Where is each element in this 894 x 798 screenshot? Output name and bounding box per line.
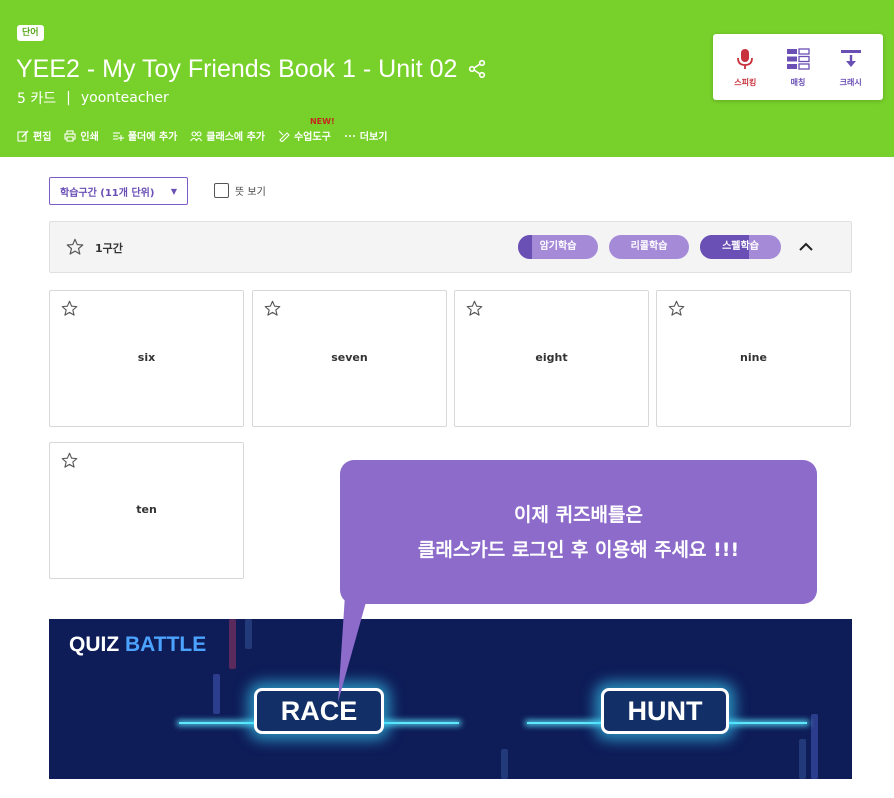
author-link[interactable]: yoonteacher bbox=[81, 90, 169, 106]
memorize-study-label: 암기학습 bbox=[539, 241, 577, 252]
card-word: six bbox=[137, 351, 156, 364]
set-header: 단어 YEE2 - My Toy Friends Book 1 - Unit 0… bbox=[0, 0, 894, 157]
spell-study-label: 스펠학습 bbox=[722, 241, 759, 252]
new-tag: NEW! bbox=[309, 117, 335, 126]
class-add-icon bbox=[190, 130, 203, 141]
game-mode-panel: 스피킹 매칭 크래시 bbox=[713, 34, 883, 100]
share-icon[interactable] bbox=[467, 59, 487, 79]
title-row: YEE2 - My Toy Friends Book 1 - Unit 02 bbox=[16, 54, 487, 84]
set-title: YEE2 - My Toy Friends Book 1 - Unit 02 bbox=[16, 55, 458, 83]
quiz-battle-logo: QUIZ BATTLE bbox=[69, 633, 206, 657]
tooltip-line-1: 이제 퀴즈배틀은 bbox=[514, 504, 643, 526]
quiz-battle-logo-part2: BATTLE bbox=[125, 633, 207, 656]
decor-pillar bbox=[501, 749, 508, 779]
section-label: 1구간 bbox=[95, 242, 123, 255]
star-icon[interactable] bbox=[668, 300, 685, 317]
more-label: 더보기 bbox=[359, 132, 388, 143]
star-icon[interactable] bbox=[466, 300, 483, 317]
edit-label: 편집 bbox=[33, 132, 52, 143]
tool-icon bbox=[278, 130, 290, 142]
add-to-class-button[interactable]: 클래스에 추가 bbox=[190, 128, 265, 143]
set-meta: 5 카드 | yoonteacher bbox=[17, 88, 169, 108]
hunt-button[interactable]: HUNT bbox=[601, 688, 729, 734]
show-meaning-label: 뜻 보기 bbox=[235, 187, 266, 198]
card-word: eight bbox=[535, 351, 568, 364]
card-word: nine bbox=[740, 351, 767, 364]
section-header: 1구간 암기학습 리콜학습 스펠학습 bbox=[49, 221, 852, 273]
spell-study-button[interactable]: 스펠학습 bbox=[700, 235, 781, 259]
type-badge: 단어 bbox=[17, 25, 44, 41]
word-card[interactable]: eight bbox=[454, 290, 649, 427]
class-tools-label: 수업도구 bbox=[293, 132, 331, 143]
print-label: 인쇄 bbox=[80, 132, 99, 143]
race-button[interactable]: RACE bbox=[254, 688, 384, 734]
card-word: ten bbox=[136, 503, 157, 516]
matching-label: 매칭 bbox=[790, 77, 806, 87]
recall-study-label: 리콜학습 bbox=[630, 241, 668, 252]
crash-label: 크래시 bbox=[839, 77, 862, 87]
more-icon bbox=[344, 134, 355, 137]
study-range-select[interactable]: 학습구간 (11개 단위) ▼ bbox=[49, 177, 188, 205]
page: 단어 YEE2 - My Toy Friends Book 1 - Unit 0… bbox=[0, 0, 894, 798]
memorize-study-button[interactable]: 암기학습 bbox=[518, 235, 598, 259]
word-card[interactable]: seven bbox=[252, 290, 447, 427]
crash-mode-button[interactable]: 크래시 bbox=[827, 47, 875, 88]
meta-separator: | bbox=[66, 90, 71, 106]
star-icon[interactable] bbox=[61, 300, 78, 317]
chevron-down-icon: ▼ bbox=[170, 186, 177, 196]
add-to-folder-label: 폴더에 추가 bbox=[127, 132, 178, 143]
print-button[interactable]: 인쇄 bbox=[64, 128, 99, 143]
decor-pillar bbox=[799, 739, 806, 779]
login-required-tooltip: 이제 퀴즈배틀은 클래스카드 로그인 후 이용해 주세요 !!! bbox=[340, 460, 817, 604]
word-card[interactable]: six bbox=[49, 290, 244, 427]
edit-button[interactable]: 편집 bbox=[17, 128, 51, 143]
decor-pillar bbox=[811, 714, 818, 779]
class-tools-button[interactable]: NEW! 수업도구 bbox=[278, 117, 335, 143]
star-icon[interactable] bbox=[264, 300, 281, 317]
card-word: seven bbox=[331, 351, 368, 364]
edit-icon bbox=[17, 130, 29, 142]
tooltip-line-2: 클래스카드 로그인 후 이용해 주세요 !!! bbox=[417, 539, 740, 561]
recall-study-button[interactable]: 리콜학습 bbox=[609, 235, 689, 259]
print-icon bbox=[64, 129, 76, 142]
memorize-progress-fill bbox=[518, 235, 533, 259]
matching-icon bbox=[786, 47, 810, 70]
add-to-folder-button[interactable]: 폴더에 추가 bbox=[112, 128, 177, 143]
show-meaning-toggle[interactable]: 뜻 보기 bbox=[214, 183, 266, 198]
speaking-mode-button[interactable]: 스피킹 bbox=[721, 47, 769, 88]
folder-add-icon bbox=[112, 131, 124, 141]
show-meaning-checkbox[interactable] bbox=[214, 183, 229, 198]
decor-pillar bbox=[213, 674, 220, 714]
microphone-icon bbox=[737, 48, 754, 69]
star-icon[interactable] bbox=[66, 238, 84, 256]
add-to-class-label: 클래스에 추가 bbox=[206, 132, 265, 143]
more-button[interactable]: 더보기 bbox=[344, 128, 388, 143]
star-icon[interactable] bbox=[61, 452, 78, 469]
quiz-battle-logo-part1: QUIZ bbox=[69, 633, 125, 656]
card-count: 5 카드 bbox=[17, 91, 57, 107]
decor-pillar bbox=[245, 619, 252, 649]
speaking-label: 스피킹 bbox=[734, 77, 757, 87]
quiz-battle-banner: QUIZ BATTLE RACE HUNT bbox=[49, 619, 852, 779]
decor-pillar bbox=[229, 619, 236, 669]
set-toolbar: 편집 인쇄 폴더에 추가 클래스에 추가 NEW! 수업도구 더보기 bbox=[17, 117, 400, 143]
word-card[interactable]: ten bbox=[49, 442, 244, 579]
word-card[interactable]: nine bbox=[656, 290, 851, 427]
study-range-value: 학습구간 (11개 단위) bbox=[60, 187, 155, 199]
crash-icon bbox=[840, 49, 861, 67]
matching-mode-button[interactable]: 매칭 bbox=[774, 47, 822, 88]
chevron-up-icon[interactable] bbox=[797, 238, 815, 256]
